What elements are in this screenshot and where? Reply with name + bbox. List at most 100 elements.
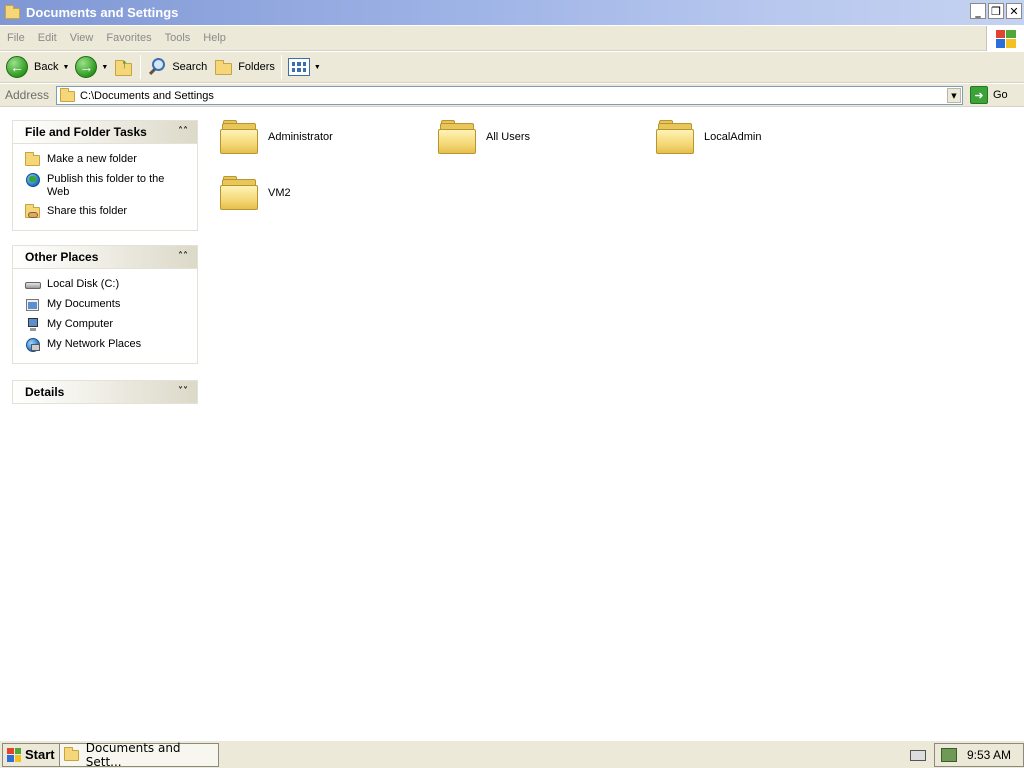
place-label: My Network Places [47,338,142,350]
folder-icon [220,118,258,156]
search-label: Search [172,61,208,73]
menu-file[interactable]: File [1,32,31,44]
collapse-icon[interactable]: ˄˄ [178,251,188,262]
my-computer-icon [25,318,41,332]
start-label: Start [25,747,55,762]
panel-header[interactable]: File and Folder Tasks ˄˄ [12,120,198,144]
address-label: Address [5,88,50,102]
up-folder-button[interactable]: ↑ [111,54,137,80]
folder-icon [220,174,258,212]
folder-name: VM2 [268,187,291,199]
folder-icon [60,87,76,103]
folder-icon [64,747,80,762]
task-pane: File and Folder Tasks ˄˄ Make a new fold… [0,108,210,740]
folder-item[interactable]: LocalAdmin [656,118,761,156]
make-new-folder-link[interactable]: Make a new folder [13,150,197,170]
toolbar-separator [280,55,282,79]
back-arrow-icon: ← [6,56,28,78]
back-button[interactable]: ← Back ▼ [3,54,72,80]
network-places-icon [25,338,41,352]
address-bar: Address C:\Documents and Settings ▼ ➜ Go [0,84,1024,107]
views-icon [287,58,310,76]
taskbar-window-label: Documents and Sett... [85,741,181,768]
menu-favorites[interactable]: Favorites [100,32,157,44]
close-button[interactable]: ✕ [1006,3,1022,19]
share-folder-icon [25,204,41,219]
folder-view: Administrator All Users LocalAdmin VM2 [210,108,1024,740]
forward-arrow-icon: → [75,56,98,78]
expand-icon[interactable]: ˅˅ [178,386,188,397]
window-title: Documents and Settings [26,5,179,20]
details-panel: Details ˅˅ [12,380,198,404]
local-disk-link[interactable]: Local Disk (C:) [13,275,197,295]
taskbar-window-button[interactable]: Documents and Sett... [59,741,219,768]
collapse-icon[interactable]: ˄˄ [178,126,188,137]
place-label: My Documents [47,298,121,310]
window-controls: _ ❐ ✕ [970,3,1022,19]
go-arrow-icon: ➜ [970,86,988,104]
folder-item[interactable]: VM2 [220,174,291,212]
title-bar: Documents and Settings _ ❐ ✕ [0,0,1024,25]
restore-button[interactable]: ❐ [988,3,1004,19]
views-button[interactable]: ▼ [285,54,324,80]
toolbar-separator [140,55,142,79]
menu-view[interactable]: View [64,32,100,44]
share-folder-link[interactable]: Share this folder [13,202,197,222]
forward-button[interactable]: → ▼ [72,54,111,80]
folder-item[interactable]: Administrator [220,118,333,156]
up-folder-icon: ↑ [114,56,134,77]
network-icon[interactable] [940,748,957,762]
folder-name: All Users [486,131,531,143]
back-label: Back [34,61,59,73]
panel-title: Details [25,385,65,399]
search-button[interactable]: Search [144,54,210,80]
panel-header[interactable]: Other Places ˄˄ [12,245,198,269]
chevron-down-icon[interactable]: ▼ [314,64,321,71]
clock[interactable]: 9:53 AM [967,748,1011,762]
minimize-button[interactable]: _ [970,3,986,19]
chevron-down-icon[interactable]: ▼ [101,64,108,71]
keyboard-icon[interactable] [909,749,926,761]
chevron-down-icon[interactable]: ▼ [62,64,69,71]
folders-label: Folders [238,61,275,73]
task-label: Share this folder [47,205,128,217]
go-button[interactable]: ➜ Go [970,86,1008,104]
place-label: My Computer [47,318,114,330]
folders-icon [213,58,233,76]
windows-logo-icon [7,747,21,762]
folder-item[interactable]: All Users [438,118,530,156]
address-input[interactable]: C:\Documents and Settings ▼ [56,86,963,105]
menu-bar: File Edit View Favorites Tools Help [0,26,1024,51]
other-places-panel: Other Places ˄˄ Local Disk (C:) My Docum… [12,245,198,364]
task-label: Publish this folder to the Web [47,173,165,198]
publish-web-icon [25,173,41,187]
menu-help[interactable]: Help [197,32,232,44]
folders-button[interactable]: Folders [210,54,278,80]
chevron-down-icon[interactable]: ▼ [947,88,961,103]
publish-folder-link[interactable]: Publish this folder to the Web [13,170,197,202]
start-button[interactable]: Start [2,742,60,767]
address-value: C:\Documents and Settings [80,89,214,102]
my-documents-link[interactable]: My Documents [13,295,197,315]
windows-logo-icon [986,26,1024,51]
folder-icon [5,4,21,20]
folder-icon [438,118,476,156]
folder-name: LocalAdmin [704,131,762,143]
file-folder-tasks-panel: File and Folder Tasks ˄˄ Make a new fold… [12,120,198,231]
place-label: Local Disk (C:) [47,278,120,290]
folder-icon [656,118,694,156]
search-icon [147,57,167,77]
my-documents-icon [25,298,41,312]
menu-tools[interactable]: Tools [159,32,197,44]
taskbar: Start Documents and Sett... 9:53 AM [0,740,1024,768]
toolbar: ← Back ▼ → ▼ ↑ Search Folders ▼ [0,52,1024,83]
local-disk-icon [25,278,41,292]
task-label: Make a new folder [47,153,137,165]
panel-title: File and Folder Tasks [25,125,147,139]
panel-header[interactable]: Details ˅˅ [12,380,198,404]
go-label: Go [993,89,1008,101]
system-tray: 9:53 AM [909,741,1024,768]
my-computer-link[interactable]: My Computer [13,315,197,335]
menu-edit[interactable]: Edit [32,32,63,44]
my-network-places-link[interactable]: My Network Places [13,335,197,355]
